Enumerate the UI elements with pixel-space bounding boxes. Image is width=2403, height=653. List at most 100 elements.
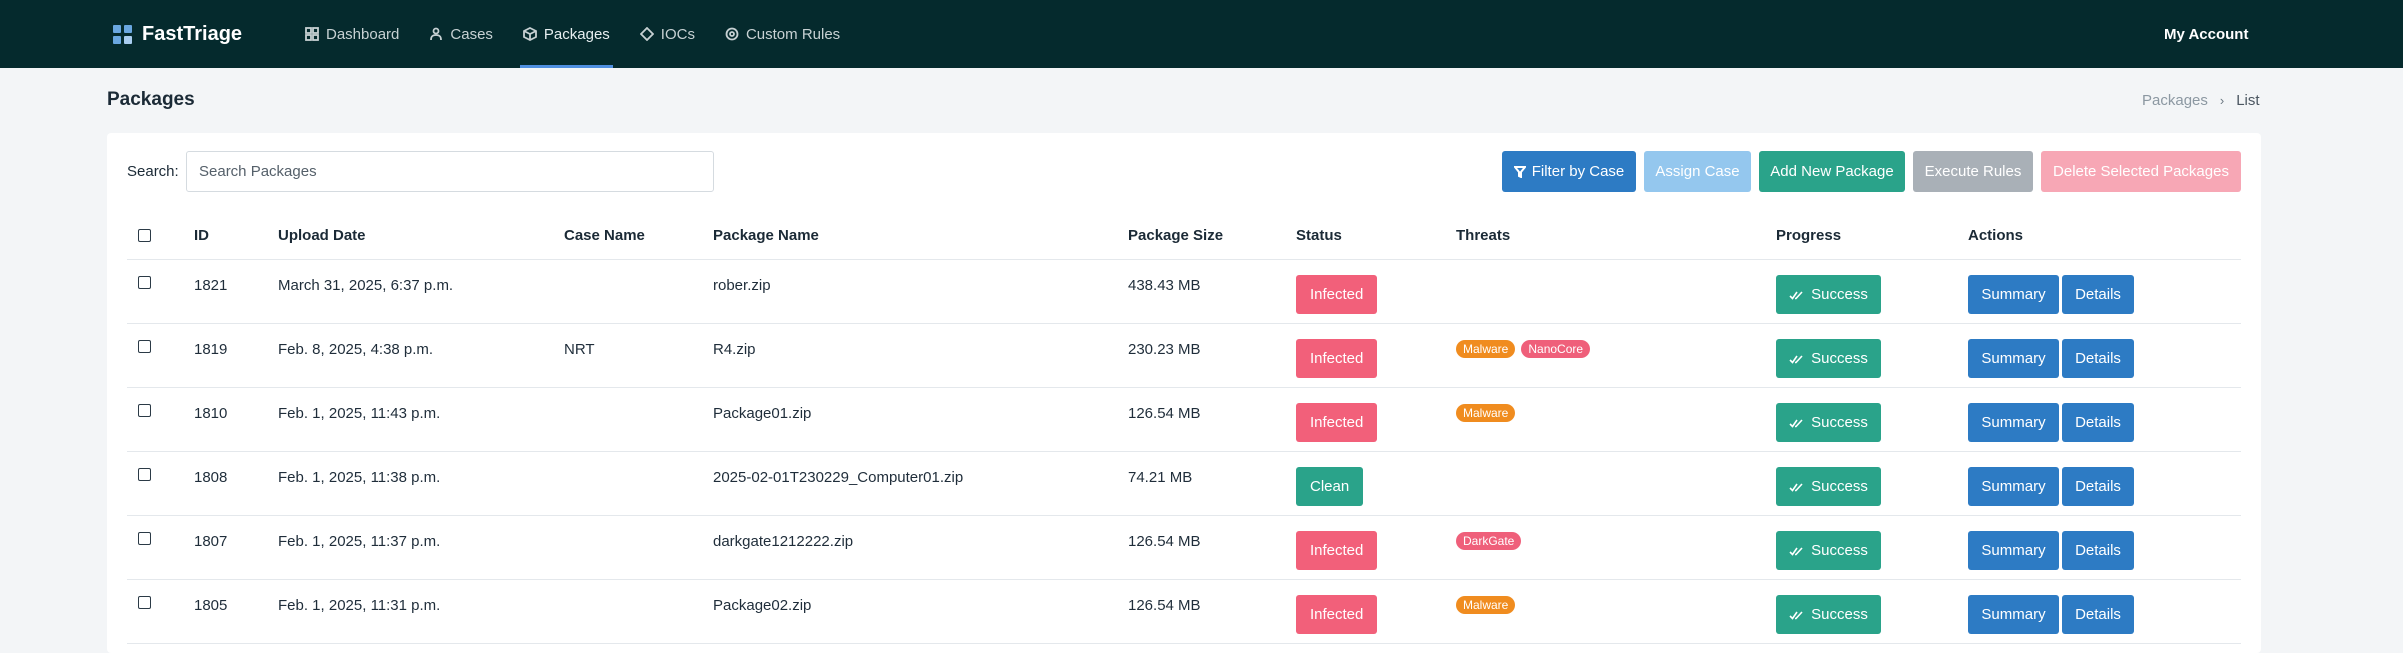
summary-button[interactable]: Summary	[1968, 339, 2059, 378]
filter-by-case-button[interactable]: Filter by Case	[1502, 151, 1636, 192]
row-checkbox[interactable]	[138, 532, 151, 545]
select-all-checkbox[interactable]	[138, 228, 151, 242]
status-cell: Clean	[1296, 452, 1364, 515]
summary-button[interactable]: Summary	[1968, 275, 2059, 314]
row-select-cell	[138, 452, 151, 515]
package-id: 1808	[194, 469, 228, 486]
progress-label: Success	[1811, 606, 1868, 623]
brand-logo-icon	[113, 24, 132, 44]
summary-button[interactable]: Summary	[1968, 531, 2059, 570]
threat-badge: Malware	[1456, 340, 1516, 358]
package-size: 126.54 MB	[1128, 597, 1201, 614]
header-case-name[interactable]: Case Name	[564, 211, 645, 259]
status-cell: Infected	[1296, 260, 1378, 323]
nav-item-iocs[interactable]: IOCs	[637, 0, 698, 68]
details-button[interactable]: Details	[2062, 403, 2134, 442]
progress-success-button[interactable]: Success	[1776, 403, 1881, 442]
nav-label: IOCs	[660, 25, 695, 43]
double-check-icon	[1789, 546, 1803, 556]
progress-success-button[interactable]: Success	[1776, 339, 1881, 378]
threat-list: Malware NanoCore	[1456, 340, 1591, 358]
details-button[interactable]: Details	[2062, 275, 2134, 314]
actions-cell: Summary Details	[1968, 260, 2134, 323]
details-button[interactable]: Details	[2062, 595, 2134, 634]
rules-icon	[725, 27, 739, 41]
package-size: 438.43 MB	[1128, 277, 1201, 294]
status-cell: Infected	[1296, 324, 1378, 387]
header-id[interactable]: ID	[194, 211, 209, 259]
progress-cell: Success	[1776, 452, 1881, 515]
status-badge: Infected	[1296, 595, 1378, 634]
details-button[interactable]: Details	[2062, 467, 2134, 506]
details-button[interactable]: Details	[2062, 339, 2134, 378]
status-badge: Infected	[1296, 275, 1378, 314]
details-button[interactable]: Details	[2062, 531, 2134, 570]
toolbar: Filter by Case Assign Case Add New Packa…	[107, 151, 2261, 192]
row-checkbox[interactable]	[138, 468, 151, 481]
header-upload-date[interactable]: Upload Date	[278, 211, 366, 259]
progress-cell: Success	[1776, 324, 1881, 387]
table-row: 1808 Feb. 1, 2025, 11:38 p.m. 2025-02-01…	[127, 452, 2241, 516]
actions-cell: Summary Details	[1968, 516, 2134, 579]
header-threats[interactable]: Threats	[1453, 211, 1510, 259]
threats-cell: Malware NanoCore	[1453, 324, 1591, 387]
progress-success-button[interactable]: Success	[1776, 275, 1881, 314]
execute-rules-button[interactable]: Execute Rules	[1913, 151, 2033, 192]
header-package-size[interactable]: Package Size	[1128, 211, 1223, 259]
header-package-name[interactable]: Package Name	[713, 211, 819, 259]
assign-case-button[interactable]: Assign Case	[1644, 151, 1751, 192]
nav-item-custom-rules[interactable]: Custom Rules	[722, 0, 843, 68]
my-account-link[interactable]: My Account	[2164, 0, 2248, 68]
package-size: 74.21 MB	[1128, 469, 1193, 486]
nav-item-cases[interactable]: Cases	[426, 0, 496, 68]
progress-label: Success	[1811, 478, 1868, 495]
package-name: rober.zip	[713, 277, 771, 294]
actions-cell: Summary Details	[1968, 580, 2134, 643]
row-checkbox[interactable]	[138, 340, 151, 353]
case-name: NRT	[564, 341, 595, 358]
package-id: 1807	[194, 533, 228, 550]
status-cell: Infected	[1296, 580, 1378, 643]
filter-by-case-label: Filter by Case	[1531, 163, 1625, 180]
summary-button[interactable]: Summary	[1968, 403, 2059, 442]
header-status[interactable]: Status	[1296, 211, 1342, 259]
actions-cell: Summary Details	[1968, 452, 2134, 515]
package-size: 126.54 MB	[1128, 533, 1201, 550]
package-size: 126.54 MB	[1128, 405, 1201, 422]
breadcrumb-packages[interactable]: Packages	[2142, 92, 2208, 109]
nav-item-packages[interactable]: Packages	[519, 0, 613, 68]
header-progress[interactable]: Progress	[1776, 211, 1841, 259]
double-check-icon	[1789, 290, 1803, 300]
progress-success-button[interactable]: Success	[1776, 467, 1881, 506]
threat-badge: Malware	[1456, 596, 1516, 614]
row-checkbox[interactable]	[138, 276, 151, 289]
progress-cell: Success	[1776, 260, 1881, 323]
brand[interactable]: FastTriage	[113, 0, 242, 68]
summary-button[interactable]: Summary	[1968, 595, 2059, 634]
top-navbar: FastTriage Dashboard Cases Packages IOCs	[0, 0, 2403, 68]
header-actions: Actions	[1968, 226, 2024, 244]
row-select-cell	[138, 324, 151, 387]
package-name: darkgate1212222.zip	[713, 533, 854, 550]
filter-icon	[1513, 165, 1526, 178]
upload-date: Feb. 1, 2025, 11:37 p.m.	[278, 533, 441, 550]
package-name: Package01.zip	[713, 405, 812, 422]
progress-success-button[interactable]: Success	[1776, 595, 1881, 634]
progress-label: Success	[1811, 350, 1868, 367]
package-icon	[523, 27, 537, 41]
add-new-package-button[interactable]: Add New Package	[1759, 151, 1905, 192]
delete-selected-packages-button[interactable]: Delete Selected Packages	[2041, 151, 2241, 192]
main-nav: Dashboard Cases Packages IOCs Custom Rul…	[302, 0, 867, 68]
nav-label: Custom Rules	[745, 25, 841, 43]
table-row: 1805 Feb. 1, 2025, 11:31 p.m. Package02.…	[127, 580, 2241, 644]
progress-success-button[interactable]: Success	[1776, 531, 1881, 570]
upload-date: Feb. 1, 2025, 11:31 p.m.	[278, 597, 441, 614]
package-size: 230.23 MB	[1128, 341, 1201, 358]
nav-item-dashboard[interactable]: Dashboard	[302, 0, 402, 68]
progress-cell: Success	[1776, 580, 1881, 643]
threat-list: Malware	[1456, 404, 1516, 422]
package-id: 1810	[194, 405, 228, 422]
row-checkbox[interactable]	[138, 404, 151, 417]
row-checkbox[interactable]	[138, 596, 151, 609]
summary-button[interactable]: Summary	[1968, 467, 2059, 506]
